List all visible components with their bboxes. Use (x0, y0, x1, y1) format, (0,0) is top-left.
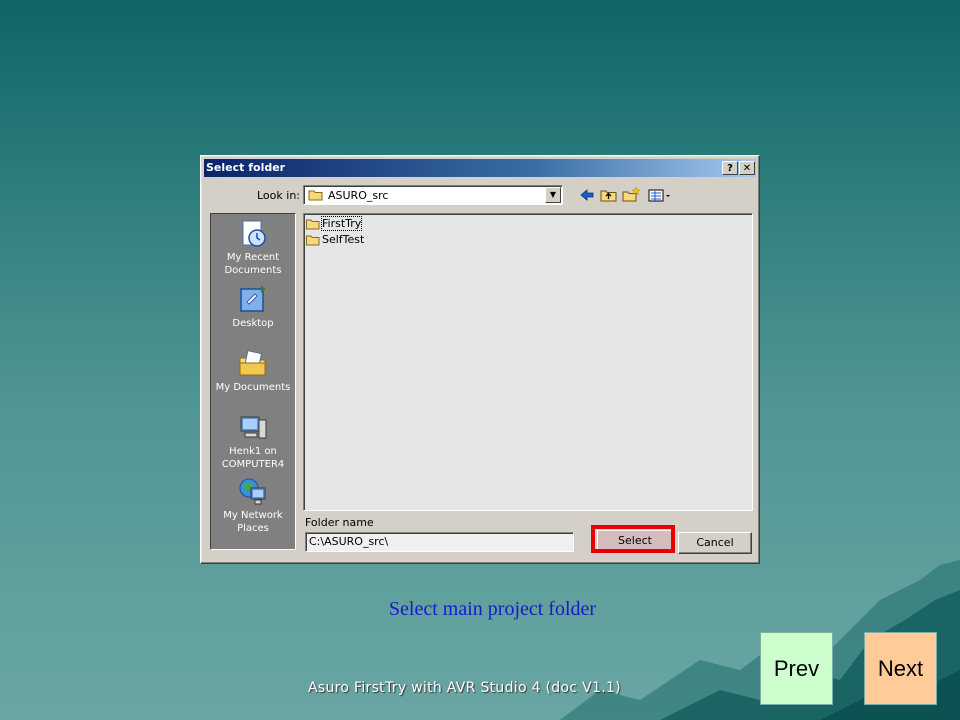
up-folder-icon[interactable] (599, 186, 619, 204)
file-name: FirstTry (320, 216, 363, 231)
new-folder-icon[interactable] (621, 186, 641, 204)
folder-icon (306, 219, 320, 230)
desktop-icon (240, 285, 266, 312)
file-name: SelfTest (322, 233, 365, 246)
folder-icon (306, 235, 320, 246)
select-highlight-box (591, 525, 675, 553)
help-button[interactable]: ? (722, 161, 738, 175)
place-label: My Recent Documents (224, 252, 282, 276)
dialog-title: Select folder (206, 161, 286, 174)
folder-name-field[interactable]: C:\ASURO_src\ (305, 532, 574, 552)
back-arrow-icon[interactable] (577, 186, 597, 204)
recent-documents-icon (242, 220, 266, 247)
dialog-titlebar: Select folder ? ✕ (204, 159, 756, 177)
close-button[interactable]: ✕ (739, 161, 755, 175)
look-in-value: ASURO_src (328, 189, 389, 202)
place-my-network-places[interactable]: My Network Places (211, 476, 295, 535)
folder-name-label: Folder name (305, 516, 374, 529)
places-bar: My Recent Documents Desktop My Documents (210, 213, 296, 550)
chevron-down-icon[interactable]: ▼ (545, 187, 561, 203)
place-label: Desktop (232, 318, 274, 329)
view-menu-icon[interactable] (647, 186, 673, 204)
look-in-dropdown[interactable]: ASURO_src ▼ (303, 185, 563, 205)
slide-caption: Select main project folder (388, 598, 597, 620)
my-documents-icon (239, 350, 266, 376)
folder-list: FirstTry SelfTest (303, 213, 753, 511)
cancel-button[interactable]: Cancel (678, 532, 752, 554)
folder-icon (308, 190, 323, 201)
slide-footer: Asuro FirstTry with AVR Studio 4 (doc V1… (308, 680, 621, 696)
place-computer[interactable]: Henk1 on COMPUTER4 (211, 412, 295, 471)
place-my-documents[interactable]: My Documents (211, 348, 295, 394)
select-folder-dialog: Select folder ? ✕ Look in: ASURO_src ▼ M… (200, 155, 760, 564)
computer-icon (240, 416, 267, 439)
place-label: My Network Places (223, 510, 283, 534)
place-label: My Documents (215, 382, 291, 393)
place-label: Henk1 on COMPUTER4 (221, 446, 285, 470)
prev-button[interactable]: Prev (760, 632, 833, 705)
place-my-recent-documents[interactable]: My Recent Documents (211, 218, 295, 277)
look-in-label: Look in: (257, 189, 300, 202)
network-places-icon (239, 478, 266, 505)
next-button[interactable]: Next (864, 632, 937, 705)
place-desktop[interactable]: Desktop (211, 284, 295, 330)
